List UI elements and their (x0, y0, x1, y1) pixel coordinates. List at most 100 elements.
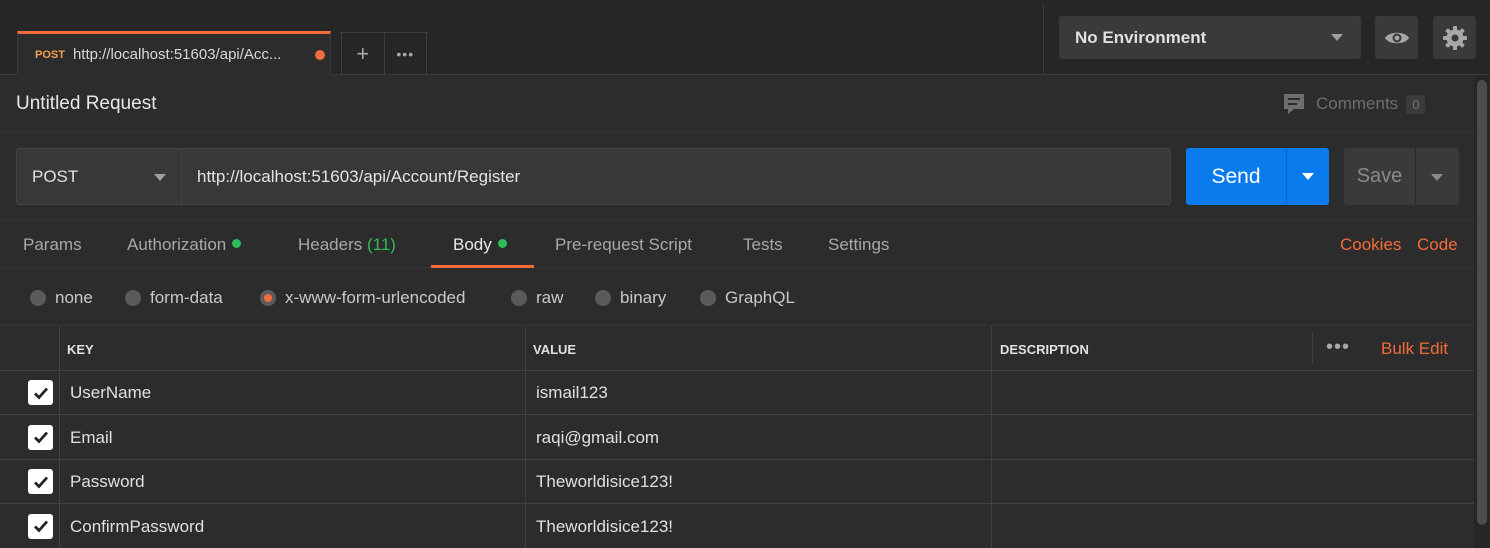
tab-authorization-label: Authorization (127, 235, 227, 254)
column-value: VALUE (533, 342, 577, 357)
row-value[interactable]: Theworldisice123! (536, 517, 673, 537)
radio-icon (125, 290, 141, 306)
send-options-button[interactable] (1286, 148, 1329, 205)
method-label: POST (32, 166, 79, 186)
headers-count: (11) (367, 235, 396, 254)
radio-icon (30, 290, 46, 306)
plus-icon: + (356, 41, 370, 66)
chevron-down-icon (1331, 34, 1343, 41)
bulk-edit-link[interactable]: Bulk Edit (1381, 339, 1448, 359)
settings-button[interactable] (1433, 16, 1476, 59)
row-checkbox[interactable] (28, 380, 53, 405)
radio-graphql-label: GraphQL (725, 288, 795, 307)
tab-body-label: Body (453, 235, 492, 254)
tab-tests-label: Tests (743, 235, 783, 254)
comment-icon (1284, 94, 1304, 114)
table-options-button[interactable]: ••• (1326, 336, 1350, 359)
save-button[interactable]: Save (1344, 148, 1415, 205)
table-header: KEY VALUE DESCRIPTION ••• Bulk Edit (0, 326, 1474, 371)
radio-graphql[interactable]: GraphQL (700, 288, 795, 308)
row-value[interactable]: ismail123 (536, 383, 608, 403)
tab-params[interactable]: Params (23, 235, 82, 255)
row-key[interactable]: ConfirmPassword (70, 517, 204, 537)
method-select[interactable]: POST (16, 148, 182, 205)
tab-bar: POST http://localhost:51603/api/Acc... +… (0, 0, 1490, 75)
tab-pre-request-script[interactable]: Pre-request Script (555, 235, 692, 255)
more-icon: ••• (396, 46, 415, 62)
chevron-down-icon (1302, 173, 1314, 180)
radio-form-data-label: form-data (150, 288, 223, 307)
table-row: Email raqi@gmail.com (0, 416, 1474, 460)
tab-options-button[interactable]: ••• (385, 33, 427, 75)
radio-binary[interactable]: binary (595, 288, 666, 308)
request-tab[interactable]: POST http://localhost:51603/api/Acc... (17, 31, 331, 75)
status-dot-icon (232, 239, 242, 248)
save-label: Save (1356, 165, 1403, 187)
checkmark-icon (33, 431, 48, 444)
url-text: http://localhost:51603/api/Account/Regis… (197, 166, 521, 186)
radio-none-label: none (55, 288, 93, 307)
row-checkbox[interactable] (28, 513, 53, 539)
divider (1312, 332, 1313, 364)
checkmark-icon (33, 387, 48, 400)
row-key[interactable]: Password (70, 472, 145, 492)
divider (1043, 4, 1044, 74)
comments-button[interactable]: Comments 0 (1282, 92, 1426, 116)
tab-url: http://localhost:51603/api/Acc... (72, 46, 282, 63)
tab-tests[interactable]: Tests (743, 235, 783, 255)
row-value[interactable]: Theworldisice123! (536, 472, 673, 492)
environment-label: No Environment (1075, 27, 1207, 47)
request-title[interactable]: Untitled Request (16, 93, 156, 115)
eye-icon (1384, 32, 1409, 43)
comments-label: Comments (1316, 94, 1399, 113)
status-dot-icon (497, 239, 507, 248)
save-options-button[interactable] (1415, 148, 1459, 205)
scrollbar-thumb[interactable] (1477, 80, 1487, 525)
column-key: KEY (67, 342, 94, 357)
radio-none[interactable]: none (30, 288, 93, 308)
radio-icon (595, 290, 611, 306)
checkmark-icon (33, 476, 48, 489)
cookies-link[interactable]: Cookies (1340, 235, 1401, 255)
row-checkbox[interactable] (28, 469, 53, 494)
row-key[interactable]: Email (70, 428, 113, 448)
chevron-down-icon (1431, 174, 1443, 181)
column-description: DESCRIPTION (1000, 342, 1089, 357)
tab-settings[interactable]: Settings (828, 235, 889, 255)
send-label: Send (1211, 164, 1261, 188)
tab-prerequest-label: Pre-request Script (555, 235, 692, 254)
row-key[interactable]: UserName (70, 383, 151, 403)
vertical-scrollbar[interactable] (1474, 75, 1490, 548)
tab-body[interactable]: Body (453, 235, 507, 255)
request-tabs: Params Authorization Headers (11) Body P… (0, 220, 1474, 268)
environment-select[interactable]: No Environment (1059, 16, 1361, 59)
chevron-down-icon (154, 174, 166, 181)
environment-quick-look-button[interactable] (1375, 16, 1418, 59)
table-row: ConfirmPassword Theworldisice123! (0, 505, 1474, 548)
radio-urlencoded-label: x-www-form-urlencoded (285, 288, 466, 307)
radio-icon (700, 290, 716, 306)
checkmark-icon (33, 520, 48, 533)
table-row: UserName ismail123 (0, 371, 1474, 415)
radio-form-data[interactable]: form-data (125, 288, 223, 308)
gear-icon (1442, 25, 1467, 50)
row-checkbox[interactable] (28, 424, 53, 450)
tab-headers[interactable]: Headers (11) (298, 235, 396, 255)
new-tab-button[interactable]: + (342, 33, 385, 75)
body-params-table: KEY VALUE DESCRIPTION ••• Bulk Edit User… (0, 326, 1474, 548)
radio-raw[interactable]: raw (511, 288, 563, 308)
tab-params-label: Params (23, 235, 82, 254)
unsaved-dot-icon (314, 49, 325, 60)
radio-raw-label: raw (536, 288, 564, 307)
body-type-selector: none form-data x-www-form-urlencoded raw… (0, 268, 1474, 326)
row-value[interactable]: raqi@gmail.com (536, 428, 659, 448)
radio-selected-icon (260, 290, 276, 306)
url-input[interactable]: http://localhost:51603/api/Account/Regis… (181, 148, 1171, 205)
tab-authorization[interactable]: Authorization (127, 235, 242, 255)
tab-settings-label: Settings (828, 235, 890, 254)
code-link[interactable]: Code (1417, 235, 1458, 255)
radio-icon (511, 290, 527, 306)
send-button[interactable]: Send (1186, 148, 1286, 205)
tab-headers-label: Headers (298, 235, 363, 254)
radio-urlencoded[interactable]: x-www-form-urlencoded (260, 288, 465, 308)
